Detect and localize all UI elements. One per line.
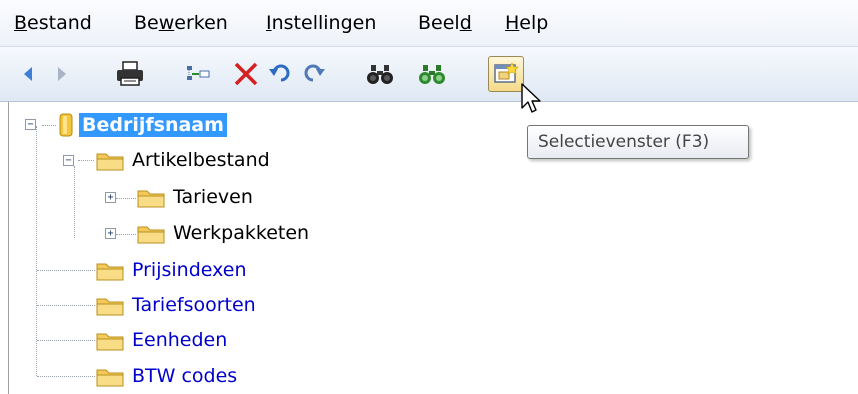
collapse-toggle[interactable]: − <box>25 119 36 130</box>
menu-bestand[interactable]: Bestand <box>14 12 92 34</box>
tree-node-btw-codes[interactable]: BTW codes <box>95 359 240 393</box>
folder-icon <box>96 333 124 351</box>
insert-button[interactable] <box>180 56 216 92</box>
tree-node-label: Bedrijfsnaam <box>79 113 227 137</box>
find-next-binoculars-icon <box>419 65 445 84</box>
forward-arrow-icon <box>58 67 66 81</box>
tree-left-border <box>8 102 9 394</box>
print-button[interactable] <box>112 56 148 92</box>
menu-instellingen[interactable]: Instellingen <box>266 12 376 34</box>
mouse-cursor-icon <box>521 83 541 113</box>
menu-beeld[interactable]: Beeld <box>418 12 472 34</box>
find-button[interactable] <box>362 56 398 92</box>
selection-window-icon <box>494 62 519 83</box>
tree-connector <box>116 234 136 235</box>
database-icon <box>59 113 73 137</box>
tree-node-label: Eenheden <box>132 329 228 351</box>
tree-node-label: Tarieven <box>173 186 253 208</box>
tree-node-label: Artikelbestand <box>132 149 270 171</box>
back-arrow-icon <box>24 67 32 81</box>
find-next-button[interactable] <box>414 56 450 92</box>
tree-node-eenheden[interactable]: Eenheden <box>95 323 230 357</box>
toolbar <box>0 47 858 102</box>
tree-connector <box>37 376 95 377</box>
tree-node-werkpakketen[interactable]: Werkpakketen <box>136 216 312 250</box>
tree-node-artikelbestand[interactable]: Artikelbestand <box>95 143 273 177</box>
folder-icon <box>137 226 165 244</box>
tree-node-root[interactable]: Bedrijfsnaam <box>57 108 227 142</box>
tree-node-label: Prijsindexen <box>132 259 247 281</box>
undo-button[interactable] <box>262 56 298 92</box>
expand-toggle[interactable]: + <box>105 192 116 203</box>
folder-icon <box>96 298 124 316</box>
tree-connector <box>37 305 95 306</box>
tree-connector <box>37 270 95 271</box>
folder-icon <box>96 369 124 387</box>
delete-x-icon <box>234 62 258 86</box>
folder-icon <box>137 190 165 208</box>
undo-icon <box>269 64 290 82</box>
tree-connector <box>42 125 56 126</box>
tree-connector <box>36 126 37 376</box>
collapse-toggle[interactable]: − <box>63 155 74 166</box>
tree-connector <box>74 166 75 238</box>
insert-item-icon <box>187 66 210 80</box>
folder-icon <box>96 153 124 171</box>
tree-node-tariefsoorten[interactable]: Tariefsoorten <box>95 288 259 322</box>
tree-connector <box>37 340 95 341</box>
forward-button[interactable] <box>44 56 80 92</box>
tree-connector <box>116 198 136 199</box>
redo-button[interactable] <box>296 56 332 92</box>
menu-help[interactable]: Help <box>505 12 548 34</box>
folder-icon <box>96 263 124 281</box>
tree-node-prijsindexen[interactable]: Prijsindexen <box>95 253 250 287</box>
tree-node-tarieven[interactable]: Tarieven <box>136 180 256 214</box>
tree-node-label: Tariefsoorten <box>132 294 256 316</box>
back-button[interactable] <box>10 56 46 92</box>
printer-icon <box>117 61 143 86</box>
tree-node-label: Werkpakketen <box>173 222 310 244</box>
tooltip: Selectievenster (F3) <box>527 125 749 159</box>
redo-icon <box>304 64 325 82</box>
expand-toggle[interactable]: + <box>105 228 116 239</box>
tree-connector <box>78 160 94 161</box>
delete-button[interactable] <box>228 56 264 92</box>
selection-window-button[interactable] <box>488 56 524 92</box>
tree-node-label: BTW codes <box>132 365 238 387</box>
menu-bar: Bestand Bewerken Instellingen Beeld Help <box>0 0 858 47</box>
menu-bewerken[interactable]: Bewerken <box>134 12 228 34</box>
find-binoculars-icon <box>367 65 393 84</box>
tooltip-text: Selectievenster (F3) <box>538 132 710 152</box>
